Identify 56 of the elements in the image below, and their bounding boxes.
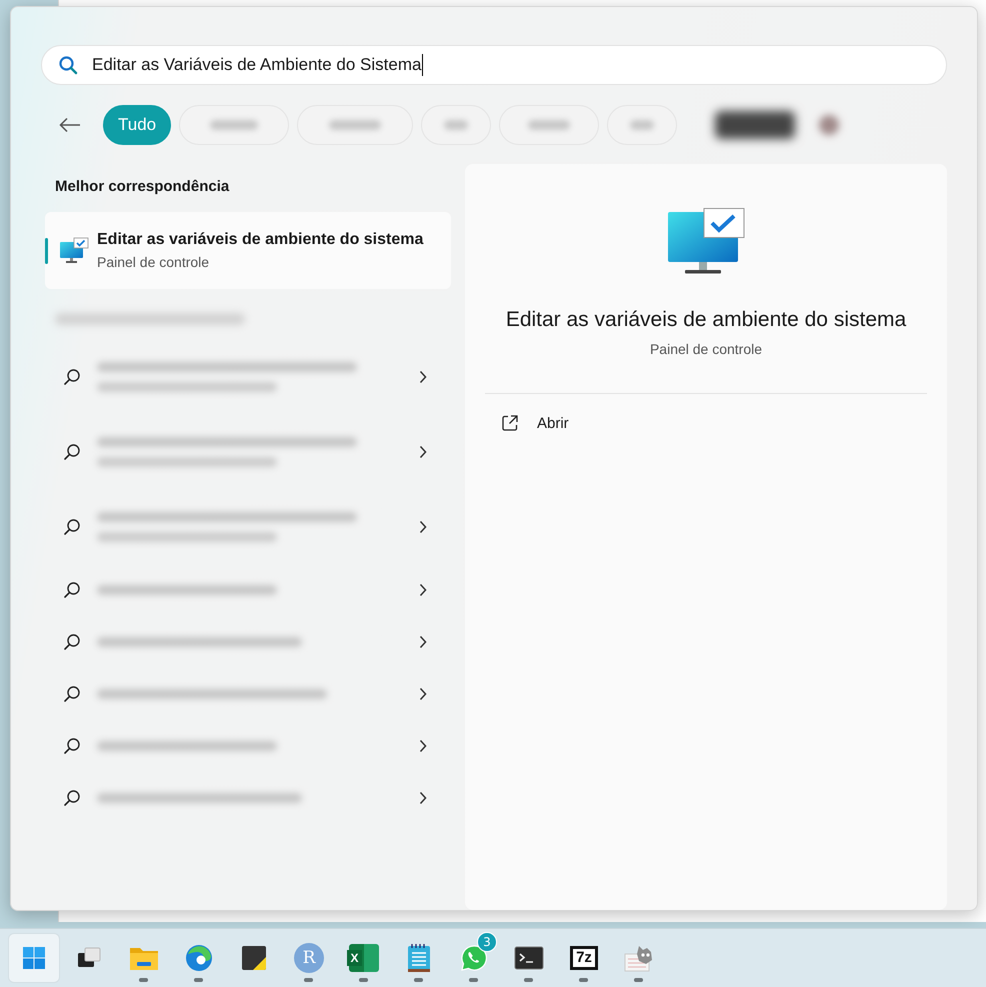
folder-icon xyxy=(129,945,159,971)
terminal-icon xyxy=(514,946,544,970)
taskbar-button[interactable]: 7z xyxy=(559,934,609,982)
running-indicator xyxy=(194,978,203,982)
archive-icon: 7z xyxy=(570,946,598,970)
filter-tab[interactable] xyxy=(499,105,600,146)
search-icon xyxy=(63,737,81,755)
search-icon xyxy=(63,518,81,536)
result-title: Editar as variáveis de ambiente do sistema xyxy=(506,308,906,332)
filter-tab[interactable] xyxy=(179,105,290,146)
search-icon xyxy=(63,789,81,807)
taskbar-button[interactable]: X xyxy=(339,934,389,982)
search-icon xyxy=(58,54,78,75)
chevron-right-icon xyxy=(419,444,427,458)
spreadsheet-icon: X xyxy=(349,944,379,972)
search-field[interactable]: Editar as Variáveis de Ambiente do Sistema xyxy=(41,45,947,85)
external-link-icon xyxy=(501,414,519,432)
chevron-right-icon xyxy=(419,791,427,805)
running-indicator xyxy=(469,978,478,982)
open-action[interactable]: Abrir xyxy=(497,410,573,436)
notepad-icon xyxy=(407,943,431,973)
filter-tab[interactable] xyxy=(607,105,678,146)
search-icon xyxy=(63,685,81,703)
search-icon xyxy=(63,633,81,651)
browser-icon xyxy=(185,944,213,972)
result-subtitle: Painel de controle xyxy=(650,341,762,357)
section-heading: Melhor correspondência xyxy=(55,178,230,197)
notification-badge: 3 xyxy=(477,932,497,952)
running-indicator xyxy=(524,978,533,982)
running-indicator xyxy=(579,978,588,982)
filter-tab[interactable] xyxy=(297,105,414,146)
chevron-right-icon xyxy=(419,635,427,649)
chevron-right-icon xyxy=(419,520,427,534)
best-match-item[interactable]: Editar as variáveis de ambiente do sistema Painel de controle xyxy=(45,212,451,289)
chevron-right-icon xyxy=(419,687,427,701)
search-icon xyxy=(63,442,81,460)
result-title: Editar as variáveis de ambiente do sistema xyxy=(97,231,424,249)
sticky-note-icon xyxy=(241,945,267,971)
chevron-right-icon xyxy=(419,370,427,384)
search-icon xyxy=(63,368,81,386)
selection-indicator xyxy=(45,238,48,264)
running-indicator xyxy=(304,978,313,982)
result-subtitle: Painel de controle xyxy=(97,254,210,270)
running-indicator xyxy=(139,978,148,982)
search-icon xyxy=(63,581,81,599)
blurred-button[interactable] xyxy=(715,111,796,140)
start-icon xyxy=(22,946,46,970)
back-arrow-icon[interactable] xyxy=(59,117,81,134)
monitor-check-icon xyxy=(59,236,89,264)
chevron-right-icon xyxy=(419,739,427,753)
running-indicator xyxy=(414,978,423,982)
running-indicator xyxy=(634,978,643,982)
filter-tab[interactable] xyxy=(421,105,492,146)
r-app-icon: R xyxy=(294,943,324,973)
running-indicator xyxy=(359,978,368,982)
chevron-right-icon xyxy=(419,583,427,597)
